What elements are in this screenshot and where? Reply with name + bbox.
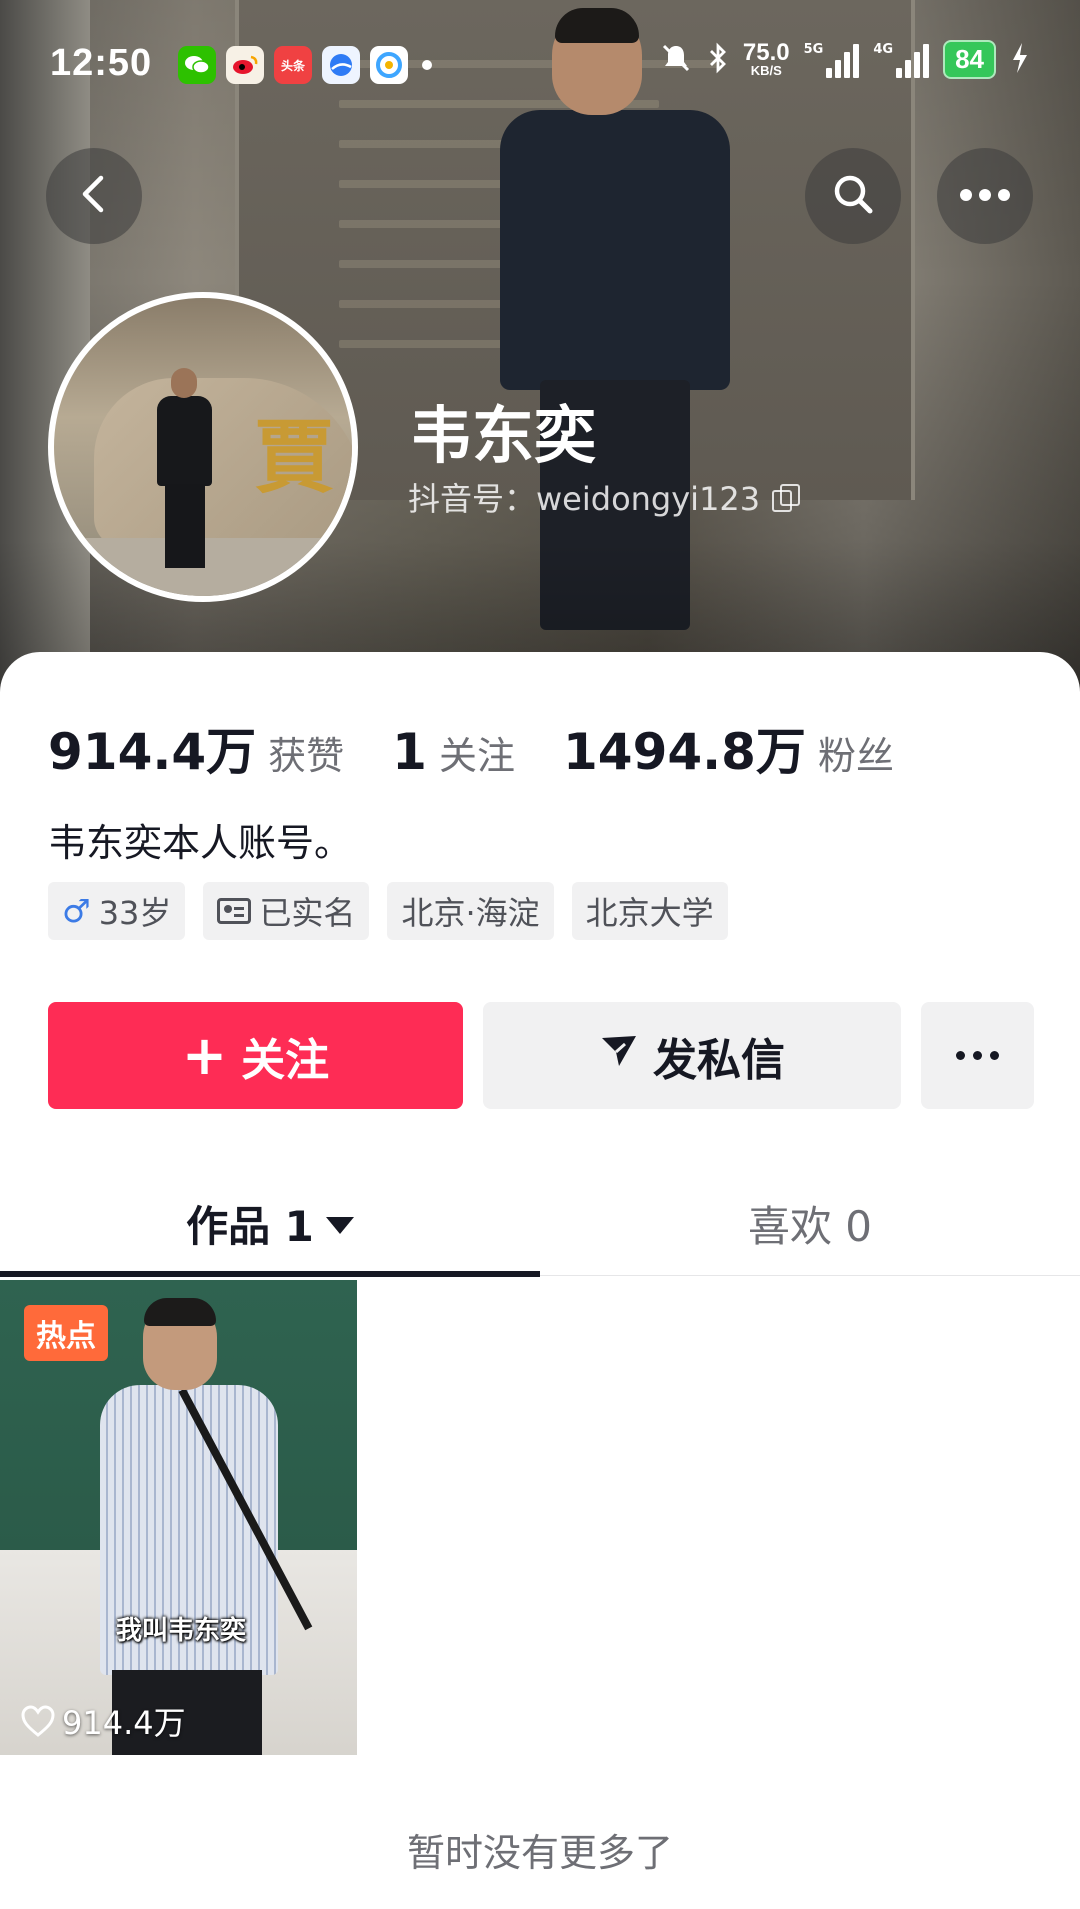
follow-button-label: 关注	[241, 1034, 330, 1086]
send-icon	[599, 1030, 639, 1081]
profile-bio: 韦东奕本人账号。	[48, 821, 353, 865]
wechat-icon	[178, 46, 216, 84]
profile-card: 914.4万 获赞 1 关注 1494.8万 粉丝 韦东奕本人账号。 ♂ 33岁…	[0, 652, 1080, 1909]
id-card-icon	[217, 898, 252, 924]
signal-bars-icon	[896, 42, 930, 78]
send-message-label: 发私信	[653, 1034, 785, 1086]
stat-label: 粉丝	[817, 734, 894, 778]
tab-works-label: 作品 1	[186, 1201, 314, 1251]
signal-bars-icon	[826, 42, 860, 78]
avatar[interactable]: 賈	[48, 292, 358, 602]
video-thumbnail[interactable]: 热点 我叫韦东奕 914.4万	[0, 1280, 357, 1755]
stat-label: 关注	[438, 734, 515, 778]
caret-down-icon[interactable]	[325, 1216, 354, 1234]
stat-followers[interactable]: 1494.8万 粉丝	[563, 712, 894, 784]
tag-school-label: 北京大学	[585, 894, 714, 932]
tab-likes-label: 喜欢 0	[747, 1201, 873, 1251]
follow-button[interactable]: + 关注	[48, 1002, 463, 1109]
tab-likes[interactable]: 喜欢 0	[540, 1170, 1080, 1276]
copy-icon[interactable]	[772, 484, 801, 512]
profile-stats: 914.4万 获赞 1 关注 1494.8万 粉丝	[48, 712, 942, 784]
qq-browser-icon	[370, 46, 408, 84]
content-tabs: 作品 1 喜欢 0	[0, 1170, 1080, 1277]
male-icon: ♂	[62, 892, 91, 930]
douyin-id: 抖音号：weidongyi123	[408, 480, 761, 518]
status-app-icons: 头条	[178, 46, 432, 84]
battery-level: 84	[943, 40, 996, 79]
network-speed: 75.0 KB/S	[742, 38, 790, 78]
tag-verified[interactable]: 已实名	[203, 882, 370, 940]
status-indicators: 75.0 KB/S 5G 4G 84	[659, 40, 1030, 79]
charging-icon	[1010, 41, 1030, 79]
heart-icon	[20, 1704, 56, 1738]
tag-age: ♂ 33岁	[48, 882, 186, 940]
profile-name: 韦东奕	[410, 399, 597, 472]
signal-4g: 4G	[873, 42, 930, 78]
toutiao-icon: 头条	[274, 46, 312, 84]
no-more-content-text: 暂时没有更多了	[406, 1831, 673, 1875]
browser-icon	[322, 46, 360, 84]
stat-value: 1494.8万	[562, 723, 806, 781]
search-icon	[829, 170, 877, 222]
video-caption: 我叫韦东奕	[116, 1616, 247, 1646]
tag-verified-label: 已实名	[259, 894, 356, 932]
cover-person	[500, 8, 730, 630]
tag-age-label: 33岁	[98, 894, 172, 932]
status-bar: 12:50 头条 75.0 KB/S 5G 4G 84	[0, 30, 1080, 100]
signal-5g: 5G	[804, 42, 860, 78]
profile-actions: + 关注 发私信	[48, 1002, 1034, 1109]
avatar-rock-inscription: 賈	[254, 410, 334, 504]
more-horizontal-icon	[956, 1051, 999, 1060]
back-button[interactable]	[46, 148, 142, 244]
plus-icon: +	[181, 1023, 228, 1087]
stat-following[interactable]: 1 关注	[392, 723, 515, 781]
chevron-left-icon	[77, 172, 111, 220]
douyin-id-row[interactable]: 抖音号：weidongyi123	[408, 474, 801, 520]
status-time: 12:50	[50, 42, 153, 84]
send-message-button[interactable]: 发私信	[483, 1002, 901, 1109]
profile-tags: ♂ 33岁 已实名 北京·海淀 北京大学	[48, 882, 728, 940]
hot-badge: 热点	[24, 1305, 108, 1361]
tab-works[interactable]: 作品 1	[0, 1170, 540, 1277]
mute-icon	[659, 41, 693, 79]
tag-location: 北京·海淀	[387, 882, 554, 940]
stat-label: 获赞	[268, 734, 345, 778]
video-like-text: 914.4万	[62, 1704, 186, 1742]
bluetooth-icon	[707, 41, 729, 79]
more-horizontal-icon	[959, 187, 1011, 206]
more-options-button[interactable]	[937, 148, 1033, 244]
tag-location-label: 北京·海淀	[401, 894, 540, 932]
notification-dot-icon	[422, 60, 432, 70]
video-like-count: 914.4万	[20, 1698, 186, 1744]
weibo-icon	[226, 46, 264, 84]
more-actions-button[interactable]	[921, 1002, 1034, 1109]
stat-value: 1	[392, 723, 427, 781]
tag-school[interactable]: 北京大学	[571, 882, 728, 940]
stat-value: 914.4万	[48, 723, 257, 781]
search-button[interactable]	[805, 148, 901, 244]
stat-likes[interactable]: 914.4万 获赞	[48, 712, 344, 784]
